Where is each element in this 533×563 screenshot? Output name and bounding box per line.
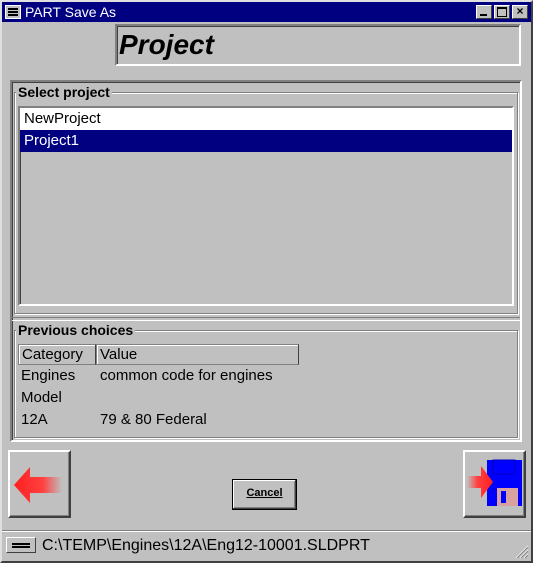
page-title: Project [119,29,214,60]
header-panel: Project [115,24,521,66]
column-header-category[interactable]: Category [18,344,96,365]
save-button[interactable] [463,450,526,518]
previous-choices-label: Previous choices [16,322,136,338]
column-header-value[interactable]: Value [96,344,299,365]
red-left-arrow-icon [14,467,62,503]
maximize-button[interactable] [494,5,510,19]
title-bar[interactable]: PART Save As × [2,2,531,22]
resize-grip-icon[interactable] [515,545,529,559]
cell-value: common code for engines [100,367,273,384]
table-row: Engines common code for engines [18,365,299,387]
save-arrow-disk-icon [467,459,522,506]
previous-choices-table: Category Value Engines common code for e… [18,344,299,431]
table-row: Model [18,387,299,409]
list-item[interactable]: NewProject [20,108,512,130]
table-header: Category Value [18,344,299,365]
list-item[interactable]: Project1 [20,130,512,152]
cell-category: Model [21,389,62,406]
table-row: 12A 79 & 80 Federal [18,409,299,431]
splitter[interactable] [12,317,520,321]
close-button[interactable]: × [512,5,528,19]
window-title: PART Save As [25,4,117,20]
cell-value: 79 & 80 Federal [100,411,207,428]
status-menu-icon[interactable] [6,537,36,553]
cell-category: Engines [21,367,76,384]
project-listbox[interactable]: NewProject Project1 [18,106,514,306]
select-project-label: Select project [16,84,112,100]
file-path: C:\TEMP\Engines\12A\Eng12-10001.SLDPRT [42,537,370,554]
system-menu-icon[interactable] [5,5,21,19]
status-bar: C:\TEMP\Engines\12A\Eng12-10001.SLDPRT [2,530,531,561]
cancel-button[interactable]: Cancel [232,479,297,510]
minimize-button[interactable] [476,5,492,19]
back-button[interactable] [8,450,71,518]
cell-value [96,387,299,409]
cell-category: 12A [21,411,48,428]
